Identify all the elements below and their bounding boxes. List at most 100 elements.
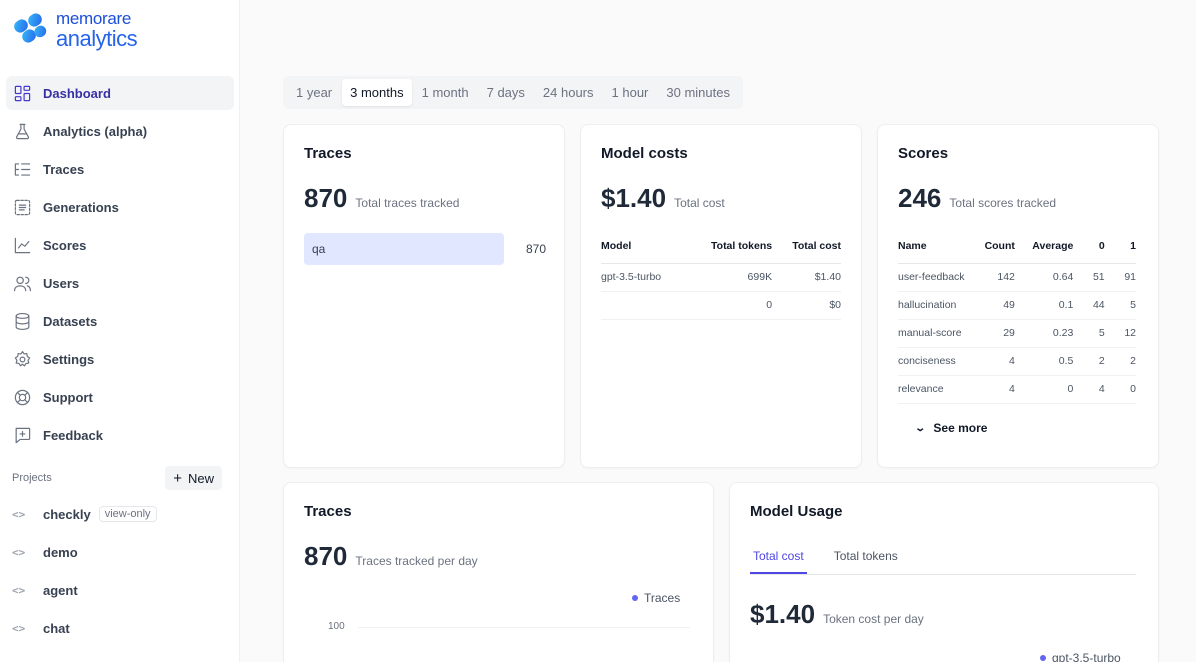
nav-item-scores[interactable]: Scores [6,228,234,262]
table-row: conciseness 4 0.5 2 2 [898,347,1136,376]
nav-item-support[interactable]: Support [6,380,234,414]
table-row: hallucination 49 0.1 44 5 [898,291,1136,320]
table-row: user-feedback 142 0.64 51 91 [898,263,1136,292]
see-more-button[interactable]: ⌄ See more [914,421,988,435]
nav-item-settings[interactable]: Settings [6,342,234,376]
model-costs-card: Model costs $1.40 Total cost Model Total… [580,124,862,468]
column-header: Total tokens [685,229,773,264]
time-range-7-days[interactable]: 7 days [479,79,533,106]
nav-item-label: Dashboard [43,85,111,101]
plus-icon: + [173,469,182,487]
legend-dot [632,595,638,601]
lifebuoy-icon [12,387,32,407]
scores-table: Name Count Average 0 1 user-feedback 142… [898,229,1136,404]
column-header: Name [898,229,980,264]
table-row: 0 $0 [601,291,841,320]
table-cell: manual-score [898,319,980,348]
table-row: gpt-3.5-turbo 699K $1.40 [601,263,841,292]
card-title: Traces [304,145,352,162]
nav-item-dashboard[interactable]: Dashboard [6,76,234,110]
projects-header: Projects + New [12,466,222,490]
model-costs-total-label: Total cost [674,196,725,210]
brand-logo[interactable]: memorare analytics [10,10,138,51]
table-cell: 4 [1073,375,1105,404]
nav-item-datasets[interactable]: Datasets [6,304,234,338]
project-list: <> checkly view-only <> demo <> agent <>… [12,500,222,652]
gear-icon [12,349,32,369]
table-cell: 2 [1104,347,1136,376]
card-title: Scores [898,145,949,162]
new-project-button[interactable]: + New [165,466,222,490]
dashboard-icon [12,83,32,103]
bar-label: qa [312,242,326,256]
time-range-selector: 1 year 3 months 1 month 7 days 24 hours … [283,76,743,109]
tab-total-tokens[interactable]: Total tokens [831,541,901,574]
chevron-down-icon: ⌄ [914,422,927,434]
text-box-icon [12,197,32,217]
logo-icon [14,13,47,43]
code-icon: <> [12,545,26,559]
nav-item-label: Feedback [43,427,103,443]
table-row: relevance 4 0 4 0 [898,375,1136,404]
project-name: agent [43,582,78,598]
main-nav: Dashboard Analytics (alpha) Traces Gener… [6,76,234,456]
table-cell: conciseness [898,347,980,376]
table-cell: hallucination [898,291,980,320]
table-cell: 91 [1104,263,1136,292]
project-name: checkly [43,506,91,522]
table-cell: 142 [979,263,1015,292]
tab-total-cost[interactable]: Total cost [750,541,807,574]
time-range-1-hour[interactable]: 1 hour [604,79,657,106]
time-range-1-year[interactable]: 1 year [288,79,340,106]
view-only-badge: view-only [98,506,157,522]
table-cell: 0.1 [1014,291,1074,320]
nav-item-feedback[interactable]: Feedback [6,418,234,452]
scores-total-label: Total scores tracked [949,196,1057,210]
table-cell [601,291,686,320]
model-usage-card: Model Usage Total cost Total tokens $1.4… [729,482,1159,662]
time-range-1-month[interactable]: 1 month [414,79,477,106]
bar-fill [304,233,504,265]
time-range-30-minutes[interactable]: 30 minutes [658,79,738,106]
nav-item-label: Analytics (alpha) [43,123,148,139]
users-icon [12,273,32,293]
code-icon: <> [12,507,26,521]
usage-total: $1.40 [750,599,816,629]
table-cell: 44 [1073,291,1105,320]
see-more-label: See more [933,421,988,435]
project-item-agent[interactable]: <> agent [12,576,222,604]
table-cell: 12 [1104,319,1136,348]
table-cell: 699K [685,263,773,292]
column-header: Average [1014,229,1074,264]
brand-name-bottom: analytics [56,26,138,51]
chart-legend[interactable]: Traces [632,591,680,605]
trace-name-bar[interactable]: qa 870 [304,233,546,265]
flask-icon [12,121,32,141]
bar-value: 870 [525,242,546,256]
project-name: demo [43,544,78,560]
legend-label: gpt-3.5-turbo [1052,651,1121,662]
table-cell: 4 [979,347,1015,376]
project-item-checkly[interactable]: <> checkly view-only [12,500,222,528]
time-range-24-hours[interactable]: 24 hours [535,79,602,106]
time-range-3-months[interactable]: 3 months [342,79,412,106]
project-item-demo[interactable]: <> demo [12,538,222,566]
nav-item-label: Scores [43,237,87,253]
list-tree-icon [12,159,32,179]
table-cell: 5 [1073,319,1105,348]
traces-card: Traces 870 Total traces tracked qa 870 [283,124,565,468]
table-header-row: Model Total tokens Total cost [601,229,841,264]
column-header: Total cost [772,229,841,264]
chart-legend[interactable]: gpt-3.5-turbo [1040,651,1121,662]
table-header-row: Name Count Average 0 1 [898,229,1136,264]
project-item-chat[interactable]: <> chat [12,614,222,642]
nav-item-analytics[interactable]: Analytics (alpha) [6,114,234,148]
usage-total-label: Token cost per day [823,612,924,626]
table-cell: $0 [772,291,841,320]
traces-chart-total: 870 [304,541,348,571]
nav-item-traces[interactable]: Traces [6,152,234,186]
scores-total: 246 [898,183,942,213]
nav-item-users[interactable]: Users [6,266,234,300]
table-cell: $1.40 [772,263,841,292]
nav-item-generations[interactable]: Generations [6,190,234,224]
